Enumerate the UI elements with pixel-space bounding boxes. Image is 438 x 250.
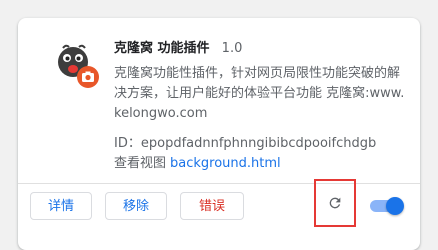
details-button[interactable]: 详情: [30, 192, 92, 220]
extension-id-label: ID：: [114, 136, 141, 151]
errors-button[interactable]: 错误: [180, 192, 244, 220]
toggle-knob: [386, 197, 404, 215]
inspect-views-label: 查看视图: [114, 156, 167, 171]
extension-id-value: epopdfadnnfphnngibibcdpooifchdgb: [140, 136, 377, 151]
extension-description: 克隆窝功能性插件，针对网页局限性功能突破的解决方案，让用户能好的体验平台功能 克…: [114, 66, 405, 121]
extension-enable-toggle[interactable]: [370, 195, 404, 215]
reload-icon[interactable]: [327, 195, 343, 211]
inspect-views-row: 查看视图 background.html: [114, 154, 408, 174]
remove-button[interactable]: 移除: [105, 192, 167, 220]
extension-version: 1.0: [221, 41, 243, 56]
reload-highlight-box: [314, 179, 356, 227]
extension-id-row: ID：epopdfadnnfphnngibibcdpooifchdgb: [114, 134, 408, 154]
extension-info: 克隆窝 功能插件 1.0 克隆窝功能性插件，针对网页局限性功能突破的解决方案，让…: [114, 36, 408, 174]
extension-logo-icon: [58, 44, 99, 88]
card-divider: [18, 183, 420, 184]
extension-name: 克隆窝 功能插件: [114, 41, 210, 56]
extension-card: 克隆窝 功能插件 1.0 克隆窝功能性插件，针对网页局限性功能突破的解决方案，让…: [18, 18, 420, 250]
inspect-view-link[interactable]: background.html: [170, 156, 281, 171]
extension-title-row: 克隆窝 功能插件 1.0: [114, 38, 408, 60]
